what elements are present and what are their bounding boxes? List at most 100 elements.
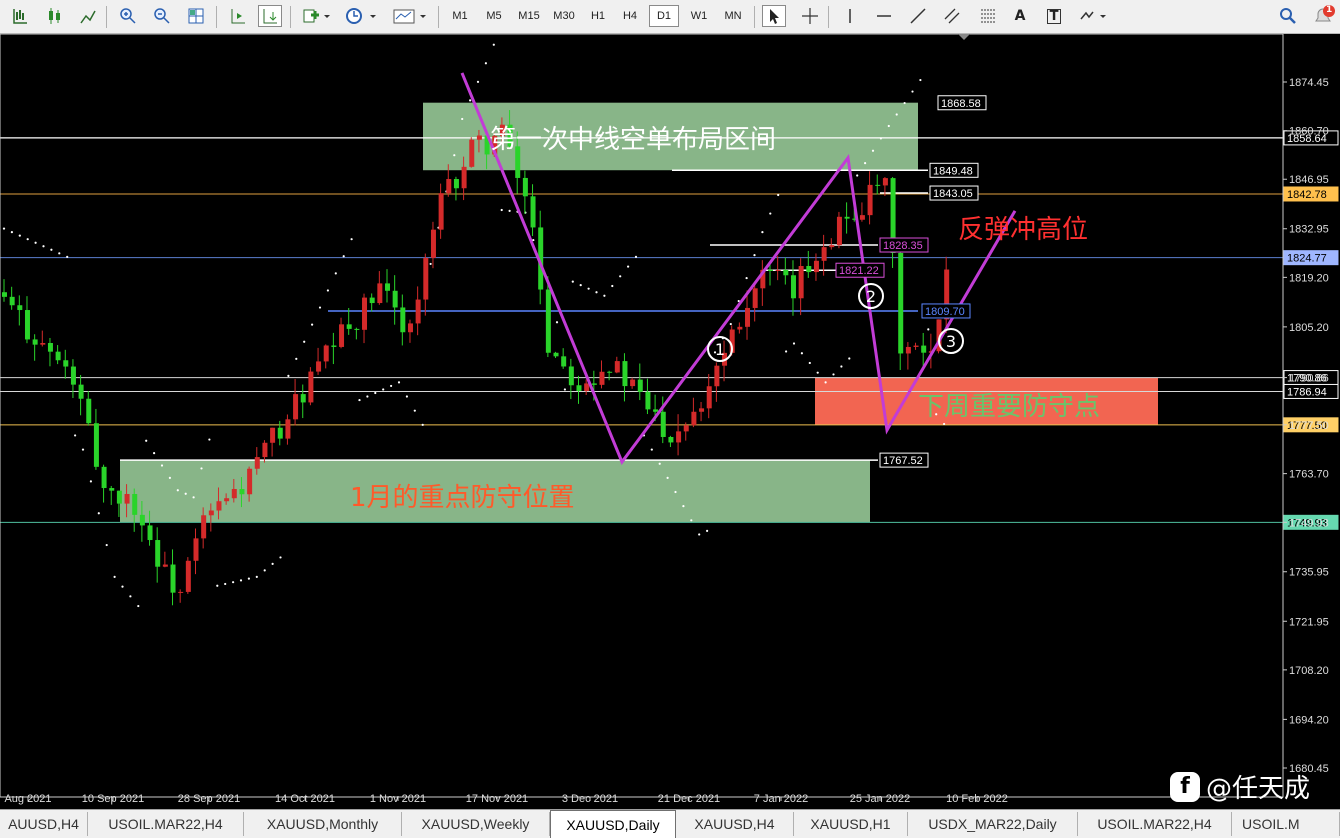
sar-dot	[334, 272, 337, 275]
sar-dot	[358, 398, 361, 402]
candle-body	[377, 283, 383, 304]
candle-body	[783, 269, 789, 276]
zoom-in-icon[interactable]	[116, 5, 140, 27]
x-tick-label: 1 Nov 2021	[370, 793, 426, 805]
sar-dot	[160, 464, 164, 467]
candle-body	[614, 361, 620, 373]
sar-dot	[105, 543, 108, 547]
line-chart-icon[interactable]	[76, 5, 100, 27]
fibonacci-icon[interactable]	[976, 5, 1000, 27]
axis-price-label-text: 1824.77	[1287, 253, 1327, 265]
tab-xauusd-monthly[interactable]: XAUUSD,Monthly	[244, 812, 402, 836]
candle-body	[354, 328, 360, 330]
notification-bell-icon[interactable]: 1	[1310, 5, 1338, 27]
sar-dot	[74, 434, 77, 437]
chart-canvas[interactable]: 1868.58 1849.48 1843.05 1828.35 1821.22 1809.…	[0, 33, 1340, 809]
candle-body	[124, 493, 130, 504]
sar-dot	[658, 462, 661, 465]
tile-windows-icon[interactable]	[184, 5, 208, 27]
candle-body	[277, 427, 283, 439]
tab-xauusd-h4[interactable]: XAUUSD,H4	[676, 812, 794, 836]
sar-dot	[816, 371, 819, 374]
vertical-line-icon[interactable]	[838, 5, 862, 27]
sar-dot	[192, 496, 195, 499]
cursor-icon[interactable]	[762, 5, 786, 27]
autoscroll-icon[interactable]	[258, 5, 282, 27]
candle-body	[836, 216, 842, 246]
candle-body	[430, 229, 436, 258]
sar-dot	[690, 519, 693, 522]
timeframe-h4[interactable]: H4	[616, 5, 644, 27]
templates-icon[interactable]	[390, 5, 430, 27]
horizontal-line-icon[interactable]	[872, 5, 896, 27]
bar-chart-icon[interactable]	[8, 5, 32, 27]
candle-body	[9, 296, 15, 306]
tab-xauusd-weekly[interactable]: XAUUSD,Weekly	[402, 812, 550, 836]
timeframe-w1[interactable]: W1	[685, 5, 713, 27]
timeframe-m5[interactable]: M5	[480, 5, 508, 27]
zoom-out-icon[interactable]	[150, 5, 174, 27]
candlestick-icon[interactable]	[42, 5, 66, 27]
candle-body	[898, 252, 904, 354]
candle-body	[790, 275, 796, 299]
toolbar: M1 M5 M15 M30 H1 H4 D1 W1 MN A T 1	[0, 0, 1340, 34]
sar-dot	[97, 512, 100, 515]
chart-tabs: AUUSD,H4 USOIL.MAR22,H4 XAUUSD,Monthly X…	[0, 809, 1340, 838]
x-tick-label: 21 Dec 2021	[658, 793, 720, 805]
candle-body	[699, 408, 705, 412]
tab-usoil-mar22-h4-2[interactable]: USOIL.MAR22,H4	[1078, 812, 1232, 836]
trendline-icon[interactable]	[906, 5, 930, 27]
candle-body	[768, 269, 773, 271]
candle-body	[561, 356, 567, 367]
sar-dot	[200, 467, 203, 470]
crosshair-icon[interactable]	[798, 5, 822, 27]
tab-usdx-mar22-daily[interactable]: USDX_MAR22,Daily	[908, 812, 1078, 836]
sar-dot	[674, 490, 677, 494]
tab-auusd-h4[interactable]: AUUSD,H4	[0, 812, 88, 836]
candle-body	[285, 419, 291, 439]
candle-body	[683, 425, 689, 432]
periods-clock-icon[interactable]	[342, 5, 382, 27]
tab-xauusd-daily[interactable]: XAUUSD,Daily	[550, 810, 676, 838]
notification-count: 1	[1326, 5, 1333, 15]
text-tool-label: A	[1014, 8, 1026, 24]
search-icon[interactable]	[1276, 5, 1300, 27]
text-tool[interactable]: A	[1008, 5, 1032, 27]
indicators-dropdown-icon[interactable]	[298, 5, 334, 27]
sar-dot	[263, 569, 266, 572]
rebound-high-annotation: 反弹冲高位	[958, 215, 1088, 245]
sar-dot	[563, 388, 567, 391]
chart-shift-icon[interactable]	[226, 5, 250, 27]
price-chart[interactable]: 1868.58 1849.48 1843.05 1828.35 1821.22 1809.…	[0, 33, 1340, 809]
candle-body	[93, 423, 99, 467]
candle-body	[316, 361, 322, 372]
candle-body	[806, 266, 812, 273]
timeframe-d1[interactable]: D1	[649, 5, 679, 27]
timeframe-h1[interactable]: H1	[584, 5, 612, 27]
timeframe-m15[interactable]: M15	[513, 5, 545, 27]
equidistant-channel-icon[interactable]	[940, 5, 964, 27]
candle-body	[369, 297, 375, 304]
sar-dot	[595, 291, 598, 294]
sar-dot	[864, 162, 867, 165]
candle-body	[300, 394, 306, 403]
x-tick-label: 7 Jan 2022	[754, 793, 808, 805]
tab-usoil-m[interactable]: USOIL.M	[1232, 812, 1340, 836]
tab-usoil-mar22-h4[interactable]: USOIL.MAR22,H4	[88, 812, 244, 836]
candle-body	[599, 371, 605, 385]
candle-body	[607, 371, 613, 373]
arrows-dropdown-icon[interactable]	[1076, 5, 1112, 27]
sar-dot	[698, 533, 701, 536]
sar-dot	[927, 328, 930, 331]
candle-body	[193, 538, 199, 561]
timeframe-m30[interactable]: M30	[548, 5, 580, 27]
sar-dot	[232, 581, 235, 584]
tab-xauusd-h1[interactable]: XAUUSD,H1	[794, 812, 908, 836]
sar-dot	[366, 395, 369, 398]
text-label-tool[interactable]: T	[1042, 5, 1066, 27]
sar-dot	[176, 489, 179, 492]
candle-body	[78, 384, 84, 399]
timeframe-mn[interactable]: MN	[718, 5, 748, 27]
timeframe-m1[interactable]: M1	[446, 5, 474, 27]
sar-dot	[879, 137, 883, 140]
